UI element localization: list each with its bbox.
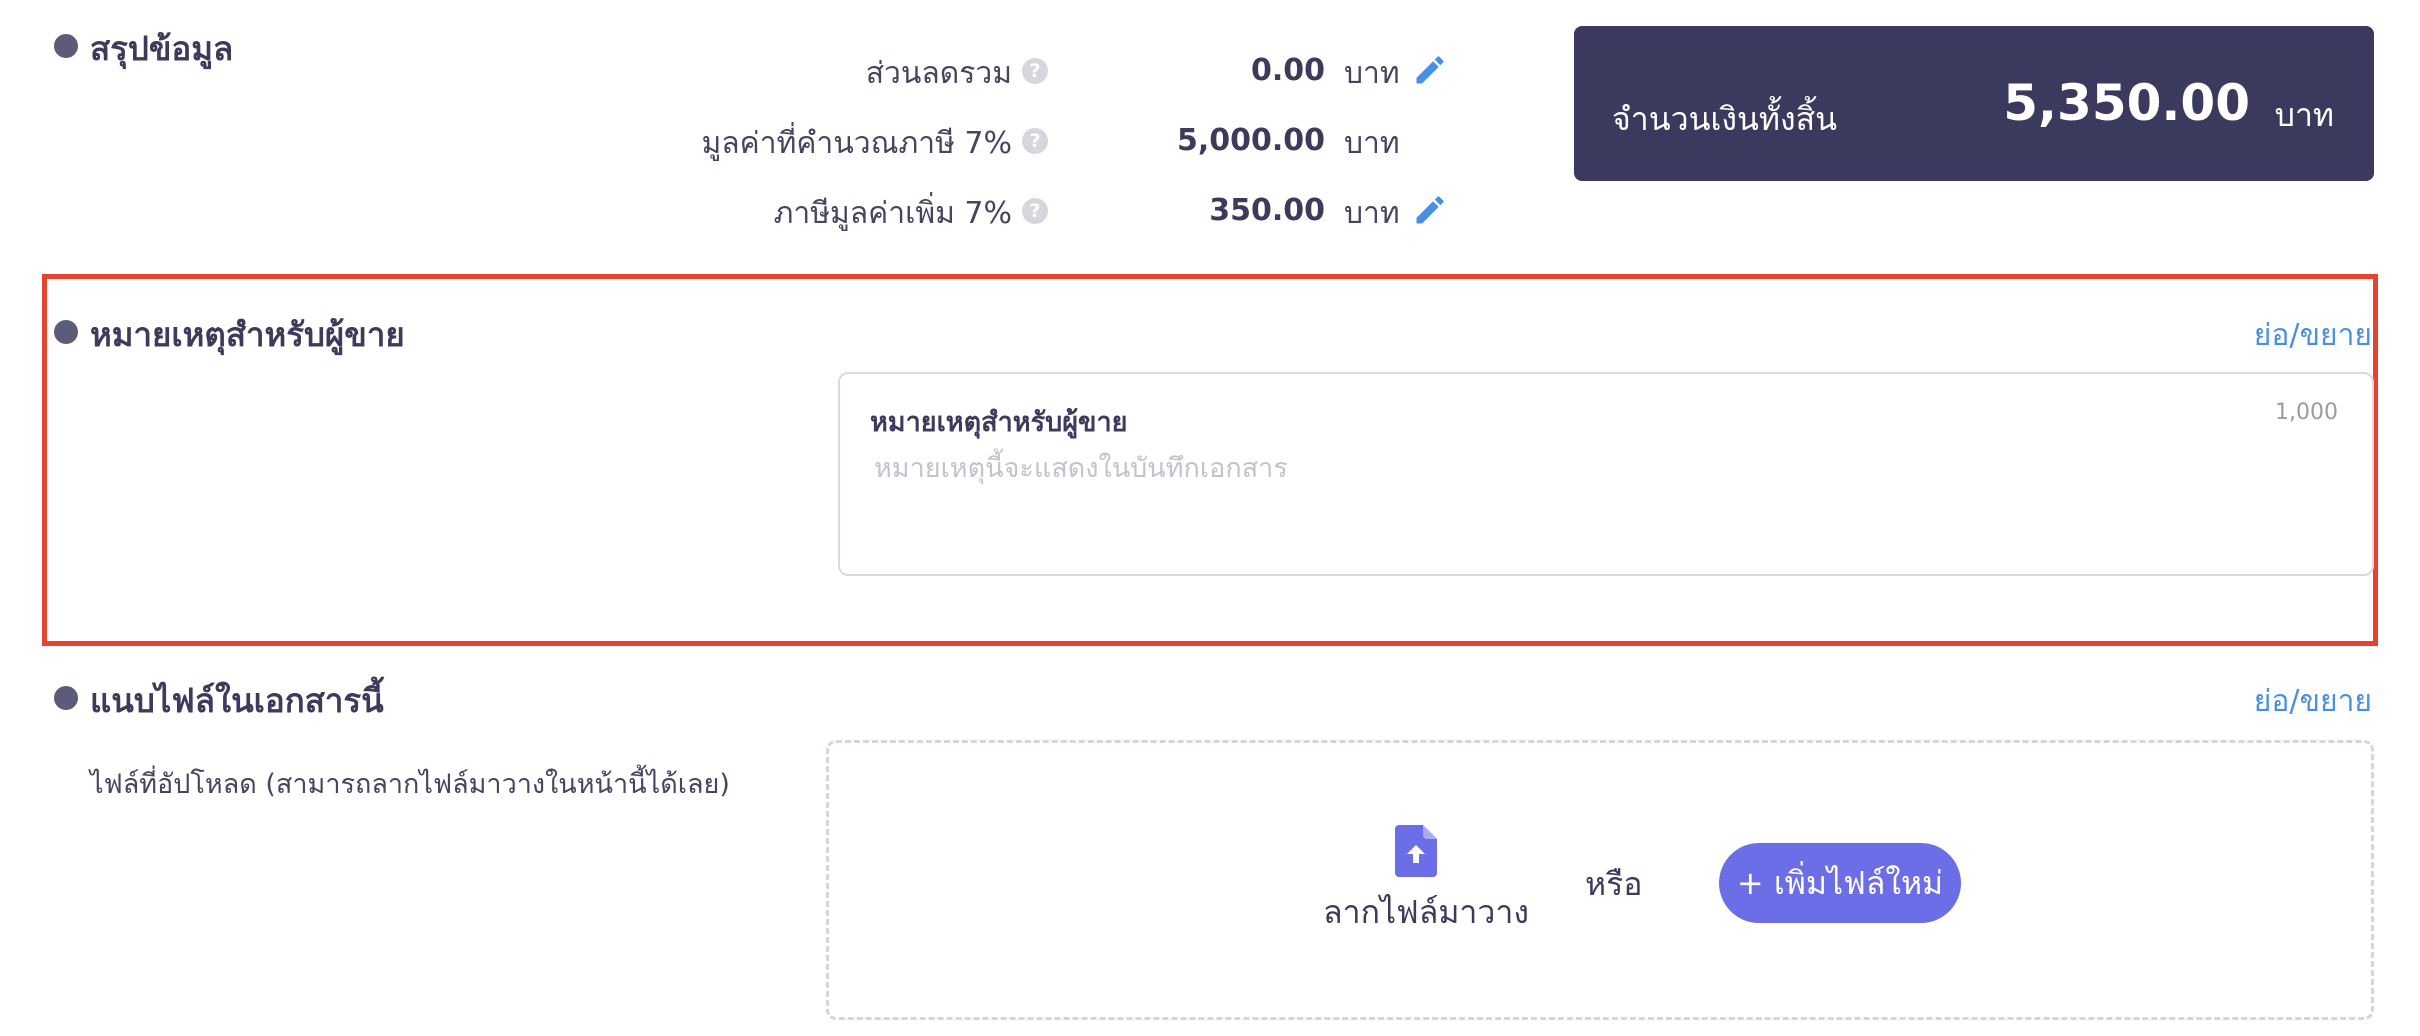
taxable-amount-label: มูลค่าที่คำนวณภาษี 7% bbox=[701, 126, 1012, 161]
taxable-amount-unit: บาท bbox=[1344, 126, 1400, 161]
discount-help-icon[interactable]: ? bbox=[1022, 58, 1048, 84]
or-label: หรือ bbox=[1585, 865, 1643, 903]
vat-value: 350.00 bbox=[1209, 193, 1325, 228]
taxable-amount-value: 5,000.00 bbox=[1176, 123, 1325, 158]
attachments-toggle-link[interactable]: ย่อ/ขยาย bbox=[2254, 678, 2372, 725]
grand-total-unit: บาท bbox=[2274, 96, 2334, 134]
seller-note-bullet bbox=[54, 320, 78, 344]
drag-file-label: ลากไฟล์มาวาง bbox=[1323, 893, 1529, 931]
vat-unit: บาท bbox=[1344, 196, 1400, 231]
summary-title: สรุปข้อมูล bbox=[90, 29, 234, 68]
grand-total-box: จำนวนเงินทั้งสิ้น 5,350.00 บาท bbox=[1574, 26, 2374, 181]
grand-total-label: จำนวนเงินทั้งสิ้น bbox=[1612, 100, 1837, 138]
vat-help-icon[interactable]: ? bbox=[1022, 198, 1048, 224]
file-upload-icon bbox=[1395, 825, 1437, 877]
taxable-help-icon[interactable]: ? bbox=[1022, 128, 1048, 154]
seller-note-field-label: หมายเหตุสำหรับผู้ขาย bbox=[870, 407, 1128, 438]
grand-total-value: 5,350.00 bbox=[2003, 74, 2250, 132]
seller-note-toggle-link[interactable]: ย่อ/ขยาย bbox=[2254, 312, 2372, 359]
attachments-title: แนบไฟล์ในเอกสารนี้ bbox=[90, 681, 384, 720]
seller-note-placeholder: หมายเหตุนี้จะแสดงในบันทึกเอกสาร bbox=[874, 453, 1288, 484]
summary-bullet bbox=[54, 34, 78, 58]
discount-value: 0.00 bbox=[1250, 53, 1325, 88]
edit-discount-icon[interactable] bbox=[1412, 52, 1448, 88]
add-file-button[interactable]: + เพิ่มไฟล์ใหม่ bbox=[1719, 843, 1961, 923]
vat-label: ภาษีมูลค่าเพิ่ม 7% bbox=[773, 196, 1012, 231]
seller-note-textarea[interactable]: หมายเหตุสำหรับผู้ขาย 1,000 หมายเหตุนี้จะ… bbox=[838, 372, 2374, 576]
file-drop-zone[interactable]: ลากไฟล์มาวาง หรือ + เพิ่มไฟล์ใหม่ bbox=[826, 740, 2374, 1020]
attachments-bullet bbox=[54, 686, 78, 710]
discount-label: ส่วนลดรวม bbox=[865, 56, 1012, 91]
discount-unit: บาท bbox=[1344, 56, 1400, 91]
seller-note-char-limit: 1,000 bbox=[2275, 400, 2338, 425]
seller-note-title: หมายเหตุสำหรับผู้ขาย bbox=[90, 315, 405, 354]
edit-vat-icon[interactable] bbox=[1412, 192, 1448, 228]
attachments-hint: ไฟล์ที่อัปโหลด (สามารถลากไฟล์มาวางในหน้า… bbox=[90, 769, 730, 800]
